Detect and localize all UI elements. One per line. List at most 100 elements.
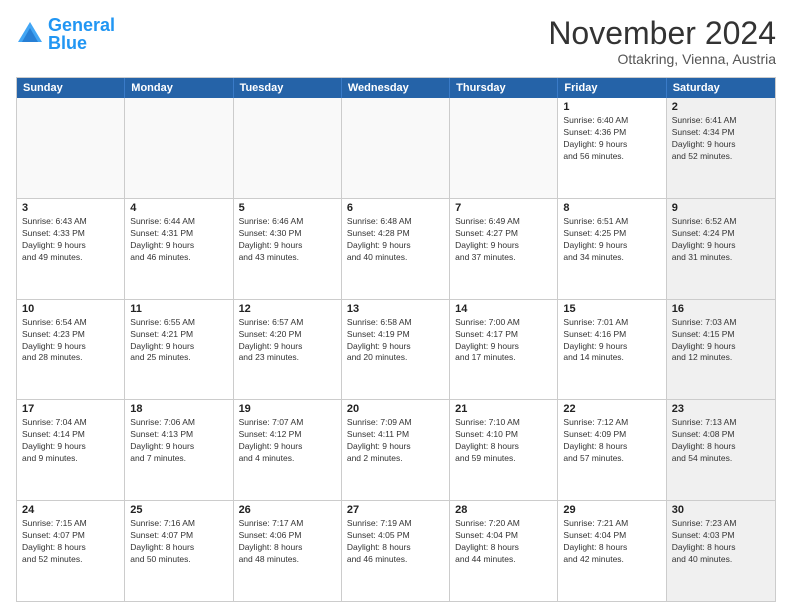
day-cell-1: 1 Sunrise: 6:40 AMSunset: 4:36 PMDaylight… (558, 98, 666, 198)
day-cell-26: 26 Sunrise: 7:17 AMSunset: 4:06 PMDayligh… (234, 501, 342, 601)
cell-details: Sunrise: 6:40 AMSunset: 4:36 PMDaylight:… (563, 115, 660, 163)
cell-details: Sunrise: 7:07 AMSunset: 4:12 PMDaylight:… (239, 417, 336, 465)
cell-details: Sunrise: 6:57 AMSunset: 4:20 PMDaylight:… (239, 317, 336, 365)
page: General Blue November 2024 Ottakring, Vi… (0, 0, 792, 612)
day-number: 27 (347, 504, 444, 516)
day-number: 21 (455, 403, 552, 415)
day-number: 28 (455, 504, 552, 516)
day-number: 10 (22, 303, 119, 315)
title-block: November 2024 Ottakring, Vienna, Austria (548, 16, 776, 67)
logo-text: General Blue (48, 16, 115, 52)
day-number: 20 (347, 403, 444, 415)
day-number: 6 (347, 202, 444, 214)
header: General Blue November 2024 Ottakring, Vi… (16, 16, 776, 67)
day-cell-23: 23Sunrise: 7:13 AMSunset: 4:08 PMDayligh… (667, 400, 775, 500)
day-cell-4: 4Sunrise: 6:44 AMSunset: 4:31 PMDaylight… (125, 199, 233, 299)
cell-details: Sunrise: 6:44 AMSunset: 4:31 PMDaylight:… (130, 216, 227, 264)
cell-details: Sunrise: 6:58 AMSunset: 4:19 PMDaylight:… (347, 317, 444, 365)
day-cell-13: 13Sunrise: 6:58 AMSunset: 4:19 PMDayligh… (342, 300, 450, 400)
calendar-header: SundayMondayTuesdayWednesdayThursdayFrid… (17, 78, 775, 98)
day-cell-29: 29 Sunrise: 7:21 AMSunset: 4:04 PMDayligh… (558, 501, 666, 601)
logo-blue: Blue (48, 33, 87, 53)
cell-details: Sunrise: 6:48 AMSunset: 4:28 PMDaylight:… (347, 216, 444, 264)
calendar: SundayMondayTuesdayWednesdayThursdayFrid… (16, 77, 776, 602)
day-cell-10: 10Sunrise: 6:54 AMSunset: 4:23 PMDayligh… (17, 300, 125, 400)
day-cell-20: 20Sunrise: 7:09 AMSunset: 4:11 PMDayligh… (342, 400, 450, 500)
day-cell-22: 22Sunrise: 7:12 AMSunset: 4:09 PMDayligh… (558, 400, 666, 500)
cell-details: Sunrise: 7:03 AMSunset: 4:15 PMDaylight:… (672, 317, 770, 365)
day-number: 29 (563, 504, 660, 516)
day-number: 8 (563, 202, 660, 214)
header-day-saturday: Saturday (667, 78, 775, 98)
week-row-2: 3 Sunrise: 6:43 AMSunset: 4:33 PMDaylight… (17, 199, 775, 300)
cell-details: Sunrise: 7:10 AMSunset: 4:10 PMDaylight:… (455, 417, 552, 465)
week-row-5: 24 Sunrise: 7:15 AMSunset: 4:07 PMDayligh… (17, 501, 775, 601)
day-cell-11: 11 Sunrise: 6:55 AMSunset: 4:21 PMDayligh… (125, 300, 233, 400)
header-day-monday: Monday (125, 78, 233, 98)
day-number: 11 (130, 303, 227, 315)
cell-details: Sunrise: 6:46 AMSunset: 4:30 PMDaylight:… (239, 216, 336, 264)
day-number: 24 (22, 504, 119, 516)
logo: General Blue (16, 16, 115, 52)
cell-details: Sunrise: 7:21 AMSunset: 4:04 PMDaylight:… (563, 518, 660, 566)
header-day-friday: Friday (558, 78, 666, 98)
day-cell-21: 21 Sunrise: 7:10 AMSunset: 4:10 PMDayligh… (450, 400, 558, 500)
day-cell-18: 18Sunrise: 7:06 AMSunset: 4:13 PMDayligh… (125, 400, 233, 500)
day-number: 19 (239, 403, 336, 415)
week-row-3: 10Sunrise: 6:54 AMSunset: 4:23 PMDayligh… (17, 300, 775, 401)
day-cell-5: 5 Sunrise: 6:46 AMSunset: 4:30 PMDaylight… (234, 199, 342, 299)
day-number: 23 (672, 403, 770, 415)
week-row-1: 1 Sunrise: 6:40 AMSunset: 4:36 PMDaylight… (17, 98, 775, 199)
day-cell-14: 14 Sunrise: 7:00 AMSunset: 4:17 PMDayligh… (450, 300, 558, 400)
cell-details: Sunrise: 7:19 AMSunset: 4:05 PMDaylight:… (347, 518, 444, 566)
day-cell-15: 15 Sunrise: 7:01 AMSunset: 4:16 PMDayligh… (558, 300, 666, 400)
calendar-title: November 2024 (548, 16, 776, 51)
cell-details: Sunrise: 6:41 AMSunset: 4:34 PMDaylight:… (672, 115, 770, 163)
cell-details: Sunrise: 7:15 AMSunset: 4:07 PMDaylight:… (22, 518, 119, 566)
cell-details: Sunrise: 7:20 AMSunset: 4:04 PMDaylight:… (455, 518, 552, 566)
day-number: 5 (239, 202, 336, 214)
logo-general: General (48, 15, 115, 35)
cell-details: Sunrise: 6:43 AMSunset: 4:33 PMDaylight:… (22, 216, 119, 264)
cell-details: Sunrise: 7:23 AMSunset: 4:03 PMDaylight:… (672, 518, 770, 566)
cell-details: Sunrise: 7:01 AMSunset: 4:16 PMDaylight:… (563, 317, 660, 365)
cell-details: Sunrise: 7:12 AMSunset: 4:09 PMDaylight:… (563, 417, 660, 465)
day-cell-24: 24 Sunrise: 7:15 AMSunset: 4:07 PMDayligh… (17, 501, 125, 601)
day-number: 15 (563, 303, 660, 315)
cell-details: Sunrise: 7:17 AMSunset: 4:06 PMDaylight:… (239, 518, 336, 566)
day-cell-7: 7Sunrise: 6:49 AMSunset: 4:27 PMDaylight… (450, 199, 558, 299)
cell-details: Sunrise: 6:51 AMSunset: 4:25 PMDaylight:… (563, 216, 660, 264)
empty-cell (125, 98, 233, 198)
empty-cell (450, 98, 558, 198)
day-cell-17: 17Sunrise: 7:04 AMSunset: 4:14 PMDayligh… (17, 400, 125, 500)
day-cell-30: 30Sunrise: 7:23 AMSunset: 4:03 PMDayligh… (667, 501, 775, 601)
day-number: 3 (22, 202, 119, 214)
day-number: 9 (672, 202, 770, 214)
day-cell-16: 16Sunrise: 7:03 AMSunset: 4:15 PMDayligh… (667, 300, 775, 400)
calendar-subtitle: Ottakring, Vienna, Austria (548, 51, 776, 67)
day-number: 14 (455, 303, 552, 315)
day-number: 26 (239, 504, 336, 516)
day-number: 25 (130, 504, 227, 516)
day-number: 1 (563, 101, 660, 113)
day-number: 12 (239, 303, 336, 315)
header-day-tuesday: Tuesday (234, 78, 342, 98)
empty-cell (234, 98, 342, 198)
day-cell-12: 12 Sunrise: 6:57 AMSunset: 4:20 PMDayligh… (234, 300, 342, 400)
cell-details: Sunrise: 6:55 AMSunset: 4:21 PMDaylight:… (130, 317, 227, 365)
day-number: 2 (672, 101, 770, 113)
cell-details: Sunrise: 6:52 AMSunset: 4:24 PMDaylight:… (672, 216, 770, 264)
cell-details: Sunrise: 6:49 AMSunset: 4:27 PMDaylight:… (455, 216, 552, 264)
day-cell-2: 2 Sunrise: 6:41 AMSunset: 4:34 PMDaylight… (667, 98, 775, 198)
empty-cell (17, 98, 125, 198)
cell-details: Sunrise: 7:16 AMSunset: 4:07 PMDaylight:… (130, 518, 227, 566)
header-day-sunday: Sunday (17, 78, 125, 98)
week-row-4: 17Sunrise: 7:04 AMSunset: 4:14 PMDayligh… (17, 400, 775, 501)
day-number: 17 (22, 403, 119, 415)
cell-details: Sunrise: 7:00 AMSunset: 4:17 PMDaylight:… (455, 317, 552, 365)
day-number: 18 (130, 403, 227, 415)
day-cell-27: 27 Sunrise: 7:19 AMSunset: 4:05 PMDayligh… (342, 501, 450, 601)
header-day-thursday: Thursday (450, 78, 558, 98)
day-cell-25: 25 Sunrise: 7:16 AMSunset: 4:07 PMDayligh… (125, 501, 233, 601)
day-cell-8: 8 Sunrise: 6:51 AMSunset: 4:25 PMDaylight… (558, 199, 666, 299)
